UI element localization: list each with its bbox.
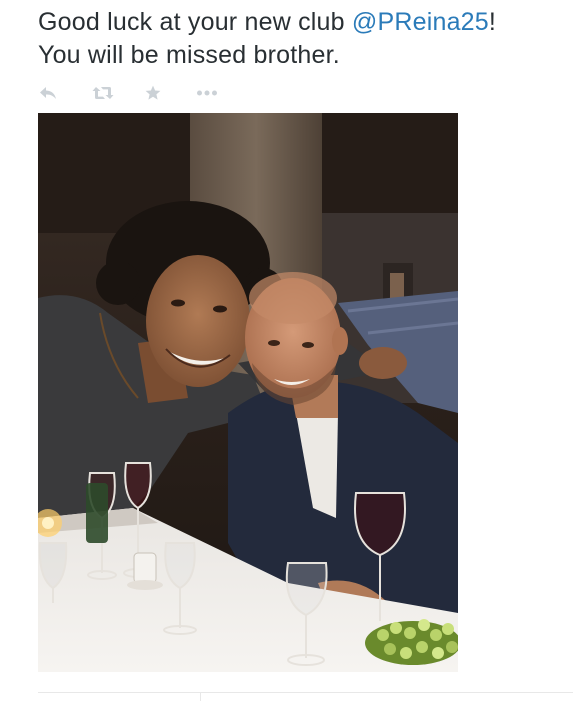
- tweet-text: Good luck at your new club @PReina25! Yo…: [38, 6, 568, 72]
- favorite-button[interactable]: [144, 83, 162, 103]
- star-icon: [145, 85, 161, 101]
- footer-divider-tick: [200, 693, 201, 701]
- photo-image: [38, 113, 458, 672]
- mention-link[interactable]: @PReina25: [352, 8, 489, 36]
- tweet-photo[interactable]: [38, 113, 458, 672]
- footer-divider: [38, 692, 573, 693]
- retweet-button[interactable]: [91, 83, 115, 103]
- more-button[interactable]: [195, 83, 219, 103]
- reply-icon: [39, 86, 57, 100]
- more-dots-icon: [196, 89, 218, 97]
- reply-button[interactable]: [38, 83, 58, 103]
- tweet-text-line1-prefix: Good luck at your new club: [38, 8, 352, 36]
- tweet-actions: [38, 82, 219, 104]
- retweet-icon: [92, 85, 114, 101]
- tweet-text-line1-suffix: !: [488, 8, 497, 36]
- tweet-text-line2: You will be missed brother.: [38, 41, 340, 69]
